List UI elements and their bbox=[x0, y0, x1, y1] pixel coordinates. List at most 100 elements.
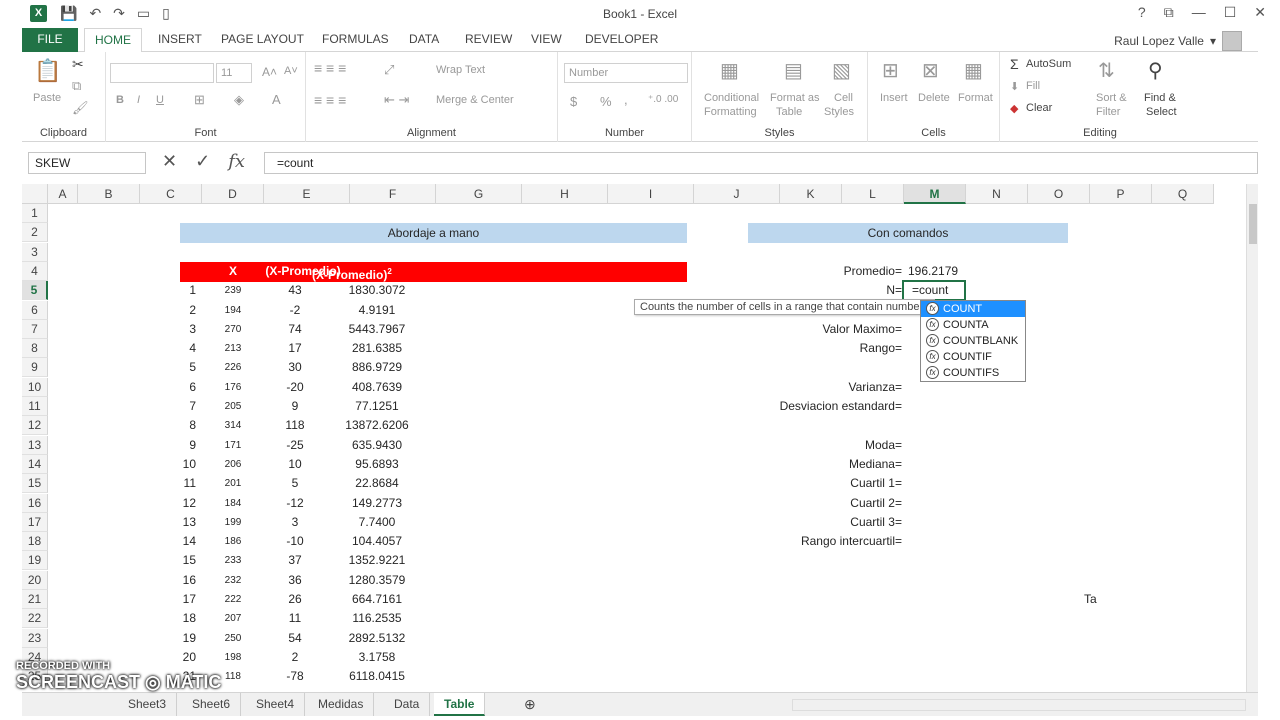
format-painter-icon[interactable]: 🖌 bbox=[72, 100, 89, 116]
deviation-cell[interactable]: 2 bbox=[252, 648, 338, 667]
squared-deviation-cell[interactable]: 3.1758 bbox=[334, 648, 420, 667]
squared-deviation-cell[interactable]: 281.6385 bbox=[334, 339, 420, 358]
row-header-19[interactable]: 19 bbox=[22, 551, 48, 571]
sheet-tab-data[interactable]: Data bbox=[384, 693, 431, 716]
autocomplete-item-counta[interactable]: fx COUNTA bbox=[921, 317, 1025, 333]
index-cell[interactable]: 9 bbox=[140, 436, 196, 455]
row-header-3[interactable]: 3 bbox=[22, 242, 48, 262]
row-header-12[interactable]: 12 bbox=[22, 416, 48, 436]
column-header-p[interactable]: P bbox=[1090, 184, 1152, 204]
deviation-cell[interactable]: 37 bbox=[252, 551, 338, 570]
squared-deviation-cell[interactable]: 5443.7967 bbox=[334, 320, 420, 339]
cancel-icon[interactable]: ✕ bbox=[162, 151, 177, 172]
row-header-22[interactable]: 22 bbox=[22, 609, 48, 629]
index-cell[interactable]: 16 bbox=[140, 571, 196, 590]
align-top-icon[interactable]: ≡ ≡ ≡ bbox=[314, 60, 346, 76]
squared-deviation-cell[interactable]: 95.6893 bbox=[334, 455, 420, 474]
column-header-l[interactable]: L bbox=[842, 184, 904, 204]
row-header-20[interactable]: 20 bbox=[22, 570, 48, 590]
row-header-14[interactable]: 14 bbox=[22, 454, 48, 474]
deviation-cell[interactable]: 10 bbox=[252, 455, 338, 474]
tab-file[interactable]: FILE bbox=[22, 28, 78, 52]
italic-button[interactable]: I bbox=[137, 94, 140, 106]
column-header-a[interactable]: A bbox=[48, 184, 78, 204]
font-color-icon[interactable]: A bbox=[272, 92, 281, 107]
paste-button[interactable]: Paste bbox=[33, 92, 61, 104]
column-header-g[interactable]: G bbox=[436, 184, 522, 204]
squared-deviation-cell[interactable]: 104.4057 bbox=[334, 532, 420, 551]
fill-color-icon[interactable]: ◈ bbox=[234, 92, 244, 108]
row-header-8[interactable]: 8 bbox=[22, 339, 48, 359]
squared-deviation-cell[interactable]: 408.7639 bbox=[334, 378, 420, 397]
row-header-7[interactable]: 7 bbox=[22, 319, 48, 339]
row-header-1[interactable]: 1 bbox=[22, 204, 48, 223]
deviation-cell[interactable]: 54 bbox=[252, 629, 338, 648]
deviation-cell[interactable]: 26 bbox=[252, 590, 338, 609]
sheet-tab-sheet4[interactable]: Sheet4 bbox=[246, 693, 306, 716]
deviation-cell[interactable]: 5 bbox=[252, 474, 338, 493]
vertical-scrollbar[interactable] bbox=[1246, 184, 1258, 692]
delete-cells-button[interactable]: Delete bbox=[918, 92, 950, 104]
orientation-icon[interactable]: ⤢ bbox=[384, 62, 394, 78]
align-left-icon[interactable]: ≡ ≡ ≡ bbox=[314, 92, 346, 108]
squared-deviation-cell[interactable]: 1280.3579 bbox=[334, 571, 420, 590]
deviation-cell[interactable]: 11 bbox=[252, 609, 338, 628]
column-header-m[interactable]: M bbox=[904, 184, 966, 204]
squared-deviation-cell[interactable]: 22.8684 bbox=[334, 474, 420, 493]
row-header-17[interactable]: 17 bbox=[22, 512, 48, 532]
column-header-c[interactable]: C bbox=[140, 184, 202, 204]
sheet-tab-sheet6[interactable]: Sheet6 bbox=[182, 693, 242, 716]
row-header-16[interactable]: 16 bbox=[22, 493, 48, 513]
column-header-n[interactable]: N bbox=[966, 184, 1028, 204]
index-cell[interactable]: 8 bbox=[140, 416, 196, 435]
deviation-cell[interactable]: -12 bbox=[252, 494, 338, 513]
function-autocomplete-list[interactable]: fx COUNT fx COUNTA fx COUNTBLANK fx COUNTIF fx CO… bbox=[920, 299, 1026, 382]
number-format-select[interactable]: Number bbox=[564, 63, 688, 83]
index-cell[interactable]: 17 bbox=[140, 590, 196, 609]
squared-deviation-cell[interactable]: 886.9729 bbox=[334, 358, 420, 377]
row-header-5[interactable]: 5 bbox=[22, 281, 48, 301]
promedio-value-cell[interactable]: 196.2179 bbox=[908, 262, 958, 281]
row-header-13[interactable]: 13 bbox=[22, 435, 48, 455]
borders-icon[interactable]: ⊞ bbox=[194, 92, 205, 108]
squared-deviation-cell[interactable]: 664.7161 bbox=[334, 590, 420, 609]
row-header-4[interactable]: 4 bbox=[22, 261, 48, 281]
sheet-tab-medidas[interactable]: Medidas bbox=[308, 693, 375, 716]
row-header-15[interactable]: 15 bbox=[22, 474, 48, 494]
column-header-f[interactable]: F bbox=[350, 184, 436, 204]
squared-deviation-cell[interactable]: 149.2773 bbox=[334, 494, 420, 513]
deviation-cell[interactable]: -25 bbox=[252, 436, 338, 455]
row-header-23[interactable]: 23 bbox=[22, 628, 48, 648]
autocomplete-item-countblank[interactable]: fx COUNTBLANK bbox=[921, 333, 1025, 349]
cut-icon[interactable]: ✂ bbox=[72, 56, 84, 73]
wrap-text-button[interactable]: Wrap Text bbox=[436, 64, 485, 76]
paste-icon[interactable]: 📋 bbox=[34, 58, 61, 84]
maximize-icon[interactable]: ☐ bbox=[1224, 4, 1237, 21]
index-cell[interactable]: 7 bbox=[140, 397, 196, 416]
index-cell[interactable]: 1 bbox=[140, 281, 196, 300]
currency-button[interactable]: $ bbox=[570, 94, 577, 109]
autocomplete-item-count[interactable]: fx COUNT bbox=[921, 300, 1025, 317]
font-name-box[interactable] bbox=[110, 63, 214, 83]
enter-icon[interactable]: ✓ bbox=[195, 151, 210, 172]
comma-button[interactable]: , bbox=[624, 92, 628, 107]
row-header-9[interactable]: 9 bbox=[22, 358, 48, 378]
tab-developer[interactable]: DEVELOPER bbox=[585, 28, 658, 52]
row-header-21[interactable]: 21 bbox=[22, 590, 48, 609]
insert-function-icon[interactable]: fx bbox=[228, 151, 245, 172]
squared-deviation-cell[interactable]: 116.2535 bbox=[334, 609, 420, 628]
index-cell[interactable]: 2 bbox=[140, 301, 196, 320]
vertical-scroll-thumb[interactable] bbox=[1249, 204, 1257, 244]
deviation-cell[interactable]: -78 bbox=[252, 667, 338, 686]
format-cells-button[interactable]: Format bbox=[958, 92, 993, 104]
indent-icon[interactable]: ⇤ ⇥ bbox=[384, 92, 409, 108]
tab-insert[interactable]: INSERT bbox=[158, 28, 202, 52]
minimize-icon[interactable]: — bbox=[1192, 4, 1206, 21]
column-header-h[interactable]: H bbox=[522, 184, 608, 204]
squared-deviation-cell[interactable]: 1830.3072 bbox=[334, 281, 420, 300]
deviation-cell[interactable]: -2 bbox=[252, 301, 338, 320]
sort-filter-button[interactable]: Sort & bbox=[1096, 92, 1127, 104]
decimal-icon[interactable]: ⁺.0 .00 bbox=[648, 94, 678, 105]
deviation-cell[interactable]: 74 bbox=[252, 320, 338, 339]
squared-deviation-cell[interactable]: 7.7400 bbox=[334, 513, 420, 532]
